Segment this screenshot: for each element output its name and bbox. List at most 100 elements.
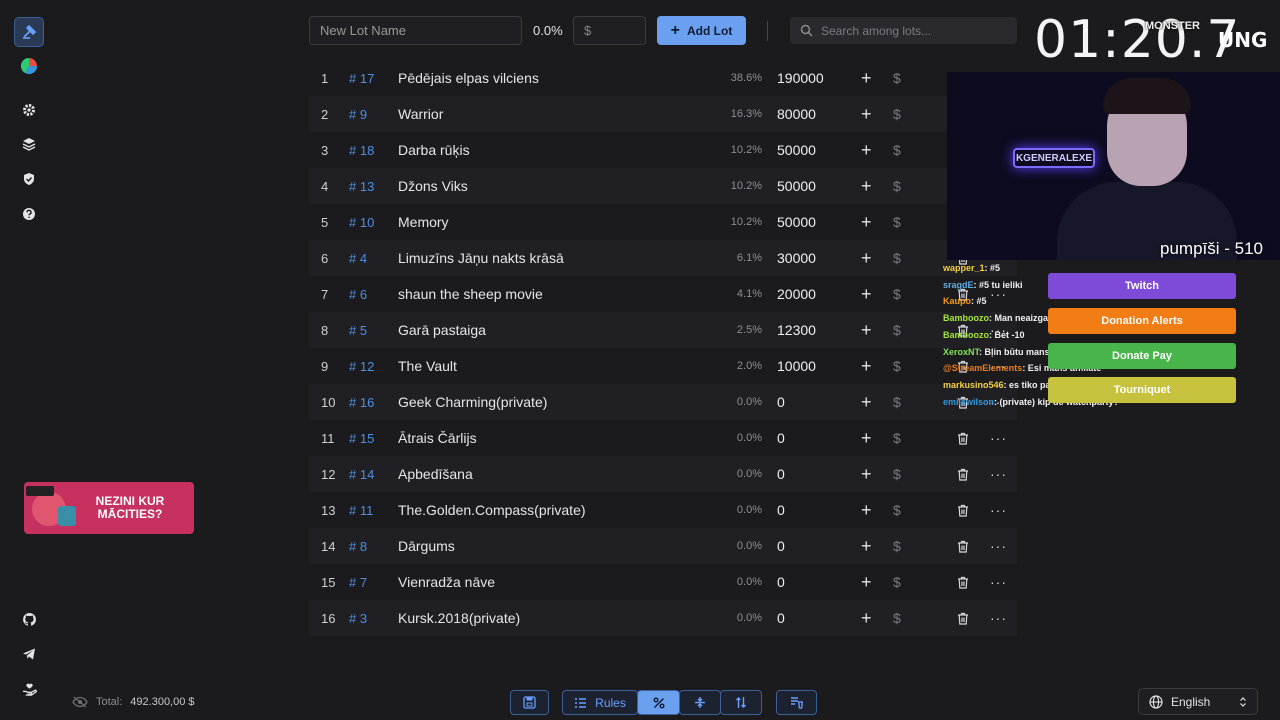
shield-icon[interactable] <box>14 164 44 194</box>
donation-button[interactable]: Twitch <box>1048 273 1236 299</box>
lot-amount[interactable]: 30000 <box>777 250 816 266</box>
more-options-icon[interactable]: ··· <box>990 466 1007 482</box>
lot-id[interactable]: # 18 <box>349 143 374 158</box>
dollar-button[interactable]: $ <box>893 466 901 482</box>
dollar-button[interactable]: $ <box>893 214 901 230</box>
dollar-button[interactable]: $ <box>893 610 901 626</box>
dollar-button[interactable]: $ <box>893 106 901 122</box>
lot-name[interactable]: Darba rūķis <box>398 142 470 158</box>
add-amount-button[interactable]: + <box>861 68 872 89</box>
lot-id[interactable]: # 4 <box>349 251 367 266</box>
lot-id[interactable]: # 15 <box>349 431 374 446</box>
add-amount-button[interactable]: + <box>861 248 872 269</box>
lot-id[interactable]: # 12 <box>349 359 374 374</box>
lot-id[interactable]: # 17 <box>349 71 374 86</box>
trash-icon[interactable] <box>957 612 969 625</box>
telegram-icon[interactable] <box>14 639 44 669</box>
dollar-button[interactable]: $ <box>893 430 901 446</box>
add-amount-button[interactable]: + <box>861 536 872 557</box>
gear-icon[interactable] <box>14 95 44 125</box>
donation-button[interactable]: Tourniquet <box>1048 377 1236 403</box>
eye-off-icon[interactable] <box>72 696 88 708</box>
lot-id[interactable]: # 14 <box>349 467 374 482</box>
donation-button[interactable]: Donation Alerts <box>1048 308 1236 334</box>
trash-icon[interactable] <box>957 432 969 445</box>
lot-name[interactable]: Pēdējais elpas vilciens <box>398 70 539 86</box>
add-amount-button[interactable]: + <box>861 320 872 341</box>
lot-name[interactable]: Garā pastaiga <box>398 322 486 338</box>
lot-amount[interactable]: 50000 <box>777 142 816 158</box>
lot-name[interactable]: Vienradža nāve <box>398 574 495 590</box>
lot-amount[interactable]: 0 <box>777 610 785 626</box>
lot-name[interactable]: Ātrais Čārlijs <box>398 430 477 446</box>
lot-name[interactable]: Warrior <box>398 106 443 122</box>
lot-amount[interactable]: 0 <box>777 430 785 446</box>
trash-icon[interactable] <box>957 540 969 553</box>
new-lot-amount-input[interactable]: $ <box>573 16 646 45</box>
add-amount-button[interactable]: + <box>861 356 872 377</box>
lot-amount[interactable]: 190000 <box>777 70 824 86</box>
add-amount-button[interactable]: + <box>861 608 872 629</box>
github-icon[interactable] <box>14 604 44 634</box>
lot-id[interactable]: # 11 <box>349 503 373 518</box>
dollar-button[interactable]: $ <box>893 358 901 374</box>
save-button[interactable] <box>510 690 549 715</box>
trash-icon[interactable] <box>957 468 969 481</box>
lot-id[interactable]: # 3 <box>349 611 367 626</box>
layers-icon[interactable] <box>14 129 44 159</box>
lot-amount[interactable]: 0 <box>777 502 785 518</box>
language-select[interactable]: English <box>1138 688 1258 715</box>
search-input[interactable]: Search among lots... <box>790 17 1017 44</box>
promo-banner[interactable]: NEZINI KUR MĀCITIES? <box>24 482 194 534</box>
dollar-button[interactable]: $ <box>893 574 901 590</box>
lot-id[interactable]: # 6 <box>349 287 367 302</box>
add-amount-button[interactable]: + <box>861 140 872 161</box>
lot-id[interactable]: # 13 <box>349 179 374 194</box>
lot-amount[interactable]: 50000 <box>777 178 816 194</box>
add-amount-button[interactable]: + <box>861 500 872 521</box>
percent-toggle-button[interactable] <box>637 690 680 715</box>
wheel-icon[interactable] <box>14 51 44 81</box>
lot-name[interactable]: Geek Charming(private) <box>398 394 547 410</box>
donate-hand-icon[interactable] <box>14 674 44 704</box>
trash-icon[interactable] <box>957 504 969 517</box>
dollar-button[interactable]: $ <box>893 322 901 338</box>
lot-id[interactable]: # 9 <box>349 107 367 122</box>
dollar-button[interactable]: $ <box>893 250 901 266</box>
dollar-button[interactable]: $ <box>893 286 901 302</box>
lot-name[interactable]: Dārgums <box>398 538 455 554</box>
trash-icon[interactable] <box>957 576 969 589</box>
lot-amount[interactable]: 80000 <box>777 106 816 122</box>
lot-name[interactable]: Kursk.2018(private) <box>398 610 520 626</box>
lot-amount[interactable]: 20000 <box>777 286 816 302</box>
lot-amount[interactable]: 0 <box>777 394 785 410</box>
lot-amount[interactable]: 50000 <box>777 214 816 230</box>
lot-name[interactable]: Limuzīns Jāņu nakts krāsā <box>398 250 564 266</box>
lot-id[interactable]: # 10 <box>349 215 374 230</box>
auction-hammer-icon[interactable] <box>14 17 44 47</box>
lot-name[interactable]: Apbedīšana <box>398 466 473 482</box>
lot-name[interactable]: The.Golden.Compass(private) <box>398 502 586 518</box>
dollar-button[interactable]: $ <box>893 70 901 86</box>
dollar-button[interactable]: $ <box>893 142 901 158</box>
more-options-icon[interactable]: ··· <box>990 538 1007 554</box>
compact-view-button[interactable] <box>679 690 721 715</box>
lot-amount[interactable]: 0 <box>777 538 785 554</box>
donation-button[interactable]: Donate Pay <box>1048 343 1236 369</box>
dollar-button[interactable]: $ <box>893 178 901 194</box>
lot-id[interactable]: # 16 <box>349 395 374 410</box>
more-options-icon[interactable]: ··· <box>990 574 1007 590</box>
lot-amount[interactable]: 0 <box>777 466 785 482</box>
add-lot-button[interactable]: + Add Lot <box>657 16 746 45</box>
dollar-button[interactable]: $ <box>893 538 901 554</box>
add-amount-button[interactable]: + <box>861 392 872 413</box>
clear-all-button[interactable] <box>776 690 817 715</box>
lot-name[interactable]: shaun the sheep movie <box>398 286 543 302</box>
add-amount-button[interactable]: + <box>861 464 872 485</box>
lot-amount[interactable]: 10000 <box>777 358 816 374</box>
more-options-icon[interactable]: ··· <box>990 430 1007 446</box>
dollar-button[interactable]: $ <box>893 394 901 410</box>
lot-id[interactable]: # 5 <box>349 323 367 338</box>
lot-id[interactable]: # 7 <box>349 575 367 590</box>
add-amount-button[interactable]: + <box>861 176 872 197</box>
